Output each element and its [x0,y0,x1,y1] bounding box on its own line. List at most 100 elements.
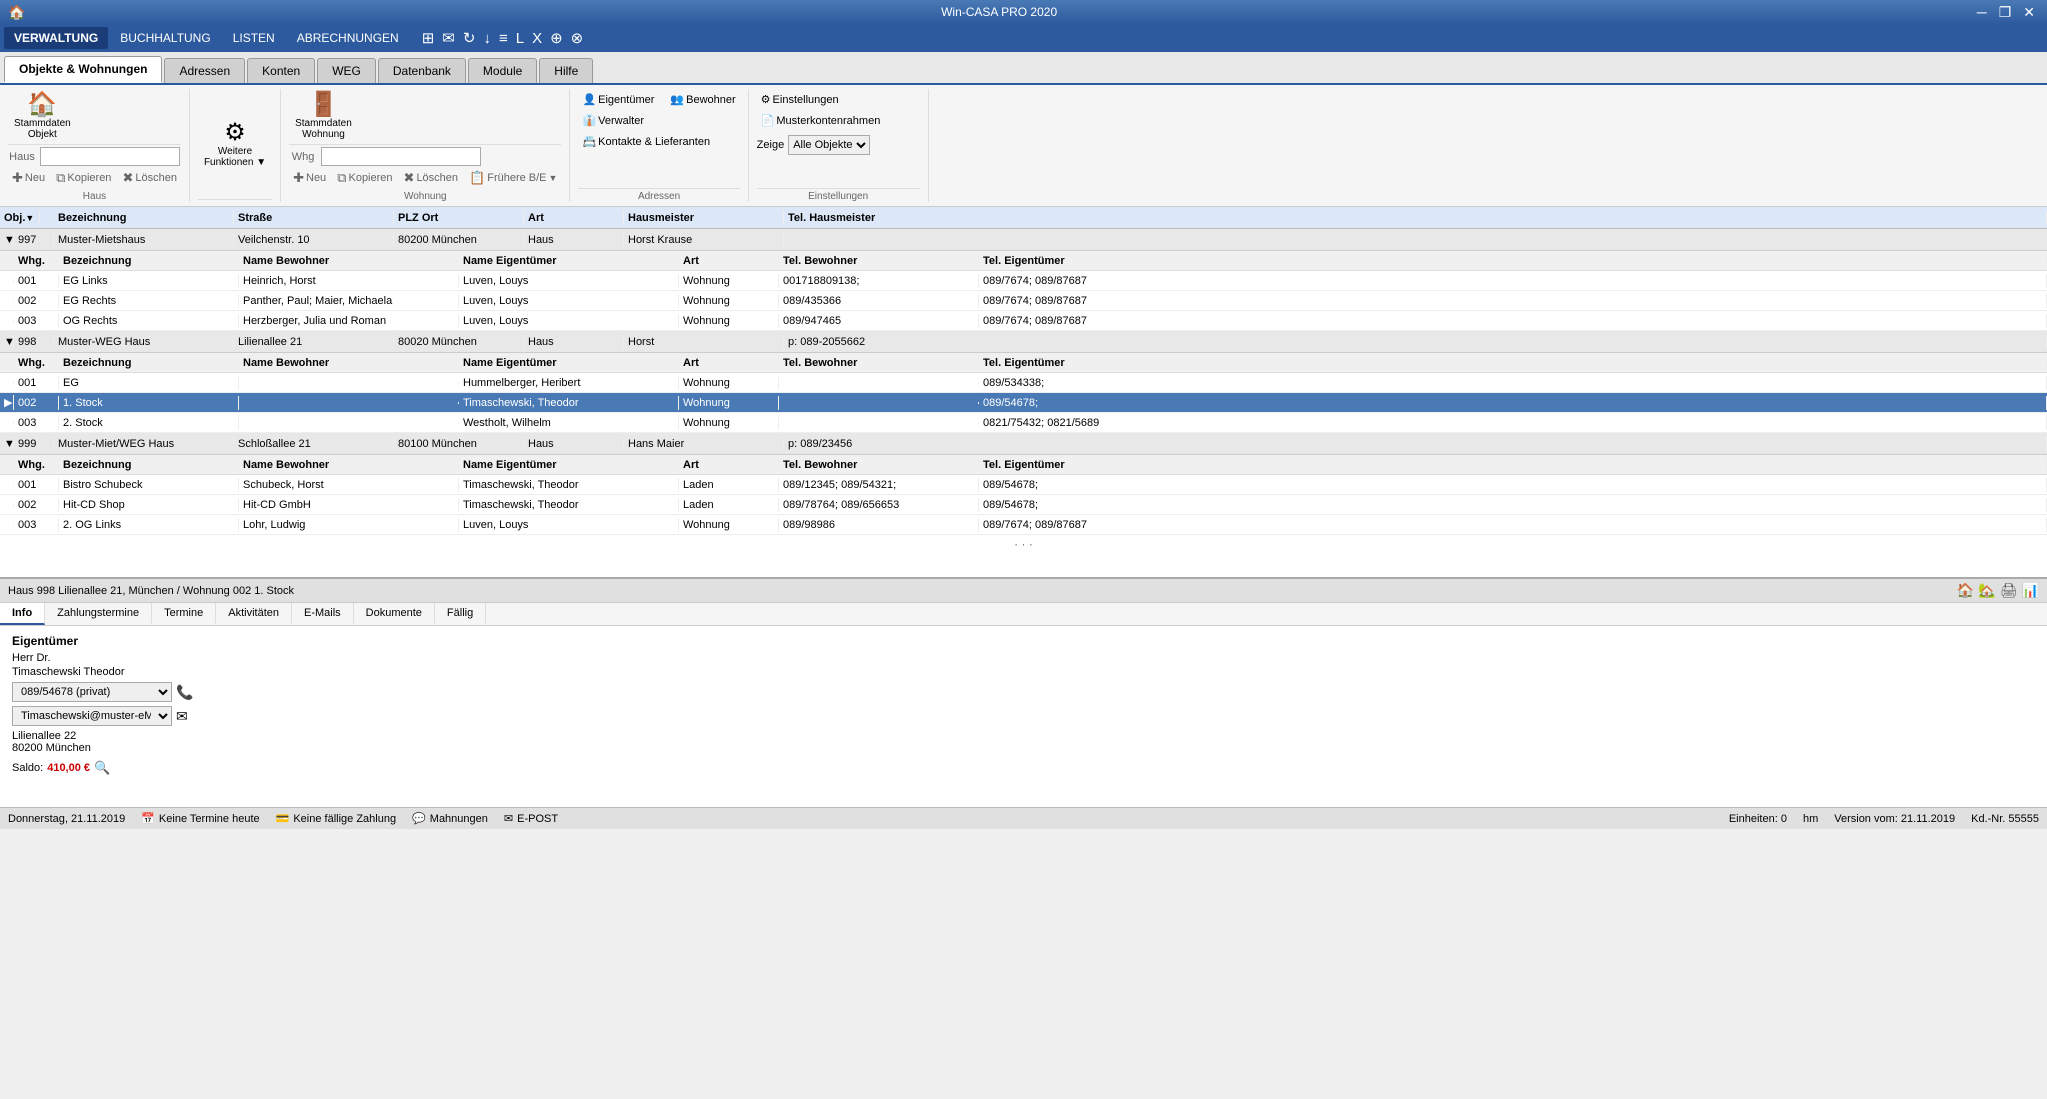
haus-label: Haus [8,151,36,163]
stammdaten-wohnung-btn[interactable]: 🚪 StammdatenWohnung [289,91,358,142]
epost-icon: ✉ [504,812,513,825]
tab-objekte-wohnungen[interactable]: Objekte & Wohnungen [4,56,162,83]
obj-id-998: 998 [14,335,54,349]
musterkontenrahmen-btn[interactable]: 📄 Musterkontenrahmen [757,112,885,129]
status-mahnungen: 💬 Mahnungen [412,812,488,825]
info-tab-aktivitaeten[interactable]: Aktivitäten [216,603,292,625]
email-select[interactable]: Timaschewski@muster-eMail.de [12,706,172,726]
whg-row[interactable]: 003 2. OG Links Lohr, Ludwig Luven, Louy… [0,515,2047,535]
verwalter-btn[interactable]: 👔 Verwalter [578,112,648,129]
menu-abrechnungen[interactable]: ABRECHNUNGEN [287,27,409,49]
obj-str-998: Lilienallee 21 [234,335,394,349]
haus-kopieren-btn[interactable]: ⧉Kopieren [52,168,115,188]
delete-icon: ✖ [122,170,133,186]
bewohner-btn[interactable]: 👥 Bewohner [666,91,739,108]
whg-row[interactable]: 003 OG Rechts Herzberger, Julia und Roma… [0,311,2047,331]
eigentuemer-btn[interactable]: 👤 Eigentümer [578,91,658,108]
tab-konten[interactable]: Konten [247,58,315,83]
whg-row[interactable]: 001 EG Links Heinrich, Horst Luven, Louy… [0,271,2047,291]
whg-kopieren-btn[interactable]: ⧉Kopieren [333,168,396,188]
email-icon[interactable]: ✉ [176,708,188,725]
whg-row[interactable]: 003 2. Stock Westholt, Wilhelm Wohnung 0… [0,413,2047,433]
whg-row[interactable]: 002 Hit-CD Shop Hit-CD GmbH Timaschewski… [0,495,2047,515]
obj-plz-999: 80100 München [394,437,524,451]
obj-row-998[interactable]: ▼ 998 Muster-WEG Haus Lilienallee 21 800… [0,331,2047,353]
toolbar-icon-1[interactable]: ⊞ [419,27,438,49]
zeige-select[interactable]: Alle Objekte [788,135,870,155]
stammdaten-objekt-btn[interactable]: 🏠 StammdatenObjekt [8,91,77,142]
toolbar-icon-6[interactable]: L [513,28,527,49]
fruehere-be-btn[interactable]: 📋Frühere B/E▼ [465,168,561,188]
address-line2: 80200 München [12,742,2035,754]
eigentuemer-title: Eigentümer [12,634,2035,648]
eigentuemer-icon: 👤 [582,93,596,106]
toolbar-icon-5[interactable]: ≡ [496,28,511,49]
toolbar-icon-8[interactable]: ⊕ [547,27,566,49]
menu-buchhaltung[interactable]: BUCHHALTUNG [110,27,220,49]
table-header: Obj. ▼ Bezeichnung Straße PLZ Ort Art Ha… [0,207,2047,229]
tab-module[interactable]: Module [468,58,537,83]
home-icon[interactable]: 🏠 [1957,582,1974,599]
restore-button[interactable]: ❐ [1995,4,2016,21]
whg-row[interactable]: 001 Bistro Schubeck Schubeck, Horst Tima… [0,475,2047,495]
ribbon-group-stammdaten-objekt: 🏠 StammdatenObjekt Haus 998-Lilienallee … [0,89,190,202]
haus-neu-btn[interactable]: ✚Neu [8,168,49,188]
expand-997[interactable]: ▼ [0,233,14,247]
weitere-funktionen-btn[interactable]: ⚙ WeitereFunktionen ▼ [198,119,272,170]
obj-hausmeister-998: Horst [624,335,784,349]
phone-select[interactable]: 089/54678 (privat) [12,682,172,702]
saldo-search-icon[interactable]: 🔍 [94,760,110,776]
name-eig-col-header: Name Eigentümer [459,254,679,268]
toolbar-icon-9[interactable]: ⊗ [568,27,587,49]
menu-verwaltung[interactable]: VERWALTUNG [4,27,108,49]
tab-weg[interactable]: WEG [317,58,376,83]
info-right-icons: 🏠 🏡 🖨 📊 [1957,582,2039,599]
minimize-button[interactable]: ─ [1973,4,1991,21]
obj-row-997[interactable]: ▼ 997 Muster-Mietshaus Veilchenstr. 10 8… [0,229,2047,251]
info-tab-termine[interactable]: Termine [152,603,216,625]
expand-998[interactable]: ▼ [0,335,14,349]
obj-art-997: Haus [524,233,624,247]
obj-row-999[interactable]: ▼ 999 Muster-Miet/WEG Haus Schloßallee 2… [0,433,2047,455]
info-tab-info[interactable]: Info [0,603,45,625]
haus-input[interactable]: 998-Lilienallee 21 [40,147,180,166]
tab-datenbank[interactable]: Datenbank [378,58,466,83]
tab-hilfe[interactable]: Hilfe [539,58,593,83]
whg-label: Whg [289,151,317,163]
weitere-funktionen-group-title [198,199,272,202]
haus-row: Haus 998-Lilienallee 21 [8,147,181,166]
close-button[interactable]: ✕ [2019,4,2039,21]
whg-loeschen-btn[interactable]: ✖Löschen [400,168,463,188]
house2-icon[interactable]: 🏡 [1978,582,1995,599]
whg-input[interactable]: 002-1. Stock Timaschewski [321,147,481,166]
toolbar-icon-4[interactable]: ↓ [480,28,494,49]
print-icon[interactable]: 🖨 [2000,582,2018,599]
info-tab-emails[interactable]: E-Mails [292,603,354,625]
info-tab-zahlungstermine[interactable]: Zahlungstermine [45,603,152,625]
phone-icon[interactable]: 📞 [176,684,193,701]
stammdaten-objekt-label: StammdatenObjekt [14,118,71,140]
expand-999[interactable]: ▼ [0,437,14,451]
haus-loeschen-btn[interactable]: ✖Löschen [118,168,181,188]
table-icon[interactable]: 📊 [2022,582,2039,599]
info-tab-dokumente[interactable]: Dokumente [354,603,435,625]
delete2-icon: ✖ [404,170,415,186]
toolbar-icon-3[interactable]: ↻ [460,27,479,49]
toolbar-icon-2[interactable]: ✉ [439,27,458,49]
info-tab-faellig[interactable]: Fällig [435,603,486,625]
weitere-funktionen-label: WeitereFunktionen ▼ [204,146,266,168]
status-zahlung: 💳 Keine fällige Zahlung [276,812,396,825]
tab-adressen[interactable]: Adressen [164,58,245,83]
status-bar: Donnerstag, 21.11.2019 📅 Keine Termine h… [0,807,2047,829]
toolbar-icon-7[interactable]: X [529,28,545,49]
whg-row: Whg 002-1. Stock Timaschewski [289,147,561,166]
einstellungen-btn[interactable]: ⚙ Einstellungen [757,91,843,108]
whg-row-selected[interactable]: ▶ 002 1. Stock Timaschewski, Theodor Woh… [0,393,2047,413]
whg-row[interactable]: 001 EG Hummelberger, Heribert Wohnung 08… [0,373,2047,393]
menu-listen[interactable]: LISTEN [223,27,285,49]
whg-neu-btn[interactable]: ✚Neu [289,168,330,188]
kontakte-btn[interactable]: 📇 Kontakte & Lieferanten [578,133,714,150]
adressen-group-title: Adressen [578,188,739,202]
whg-row[interactable]: 002 EG Rechts Panther, Paul; Maier, Mich… [0,291,2047,311]
obj-hausmeister-997: Horst Krause [624,233,784,247]
